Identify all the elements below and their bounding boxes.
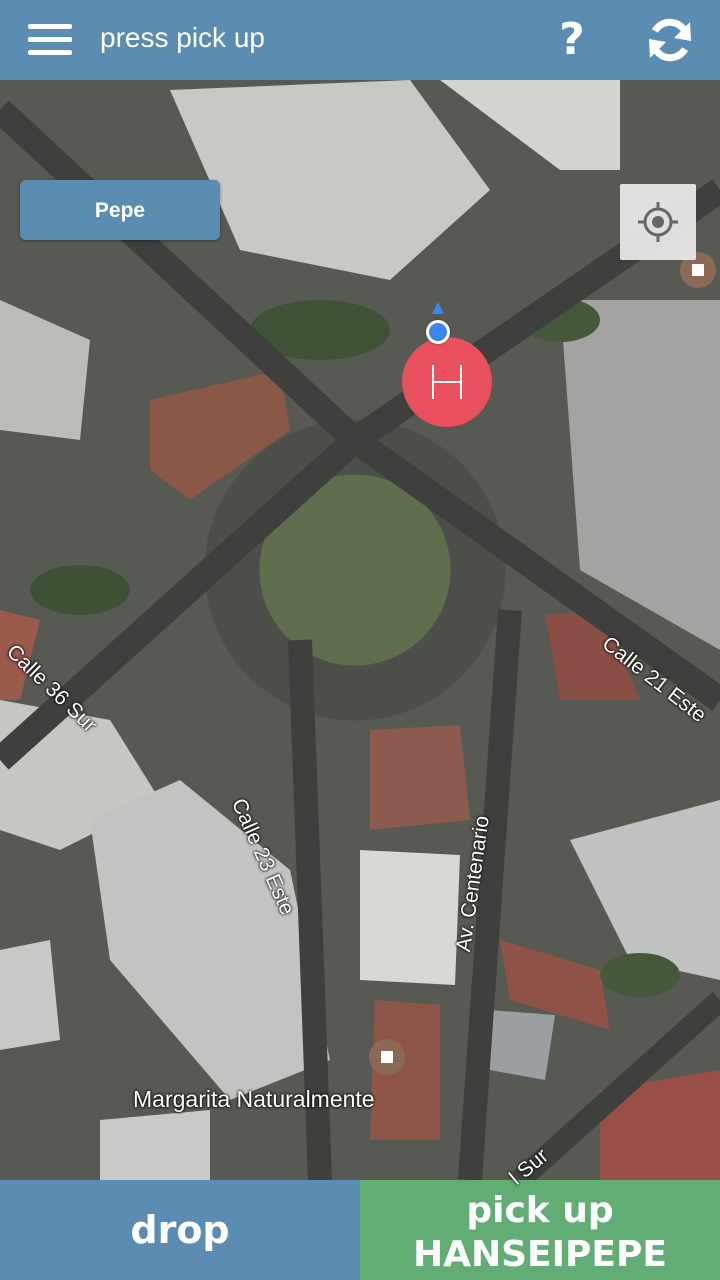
hospital-marker[interactable]	[402, 337, 492, 427]
app-header: press pick up ?	[0, 0, 720, 80]
pick-up-label: pick up	[466, 1190, 614, 1231]
pick-up-patient-name: HANSEIPEPE	[413, 1234, 667, 1275]
poi-marker[interactable]	[369, 1039, 405, 1075]
menu-icon[interactable]	[28, 20, 72, 60]
poi-label: Margarita Naturalmente	[133, 1086, 375, 1112]
pick-up-button[interactable]: pick up HANSEIPEPE	[360, 1180, 720, 1280]
drop-button[interactable]: drop	[0, 1180, 360, 1280]
my-location-button[interactable]	[620, 184, 696, 260]
current-location-dot	[426, 320, 450, 344]
satellite-map[interactable]: Pepe	[0, 80, 720, 1180]
page-title: press pick up	[100, 22, 265, 53]
help-button[interactable]: ?	[552, 14, 592, 66]
hospital-icon	[432, 365, 462, 399]
crosshair-icon	[638, 202, 678, 242]
refresh-icon[interactable]	[644, 14, 696, 66]
heading-arrow-icon	[432, 302, 444, 314]
user-name-button[interactable]: Pepe	[20, 180, 220, 240]
